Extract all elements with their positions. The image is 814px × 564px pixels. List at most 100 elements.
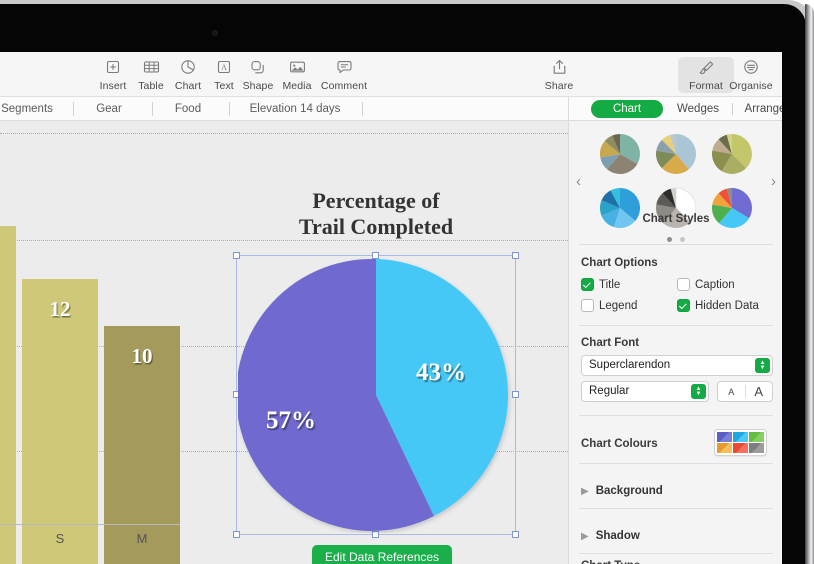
divider — [579, 553, 773, 554]
bar-axis-line — [0, 524, 180, 525]
divider — [579, 508, 773, 509]
divider — [579, 415, 773, 416]
gridline — [0, 133, 568, 134]
checkbox-caption[interactable]: Caption — [677, 278, 735, 291]
sheet-tab-segments[interactable]: Segments — [0, 97, 72, 121]
checkbox-label: Title — [599, 279, 620, 291]
swatch-grey — [749, 443, 764, 453]
sheet-tab-gear[interactable]: Gear — [74, 97, 144, 121]
chart-style-option-1[interactable] — [595, 129, 645, 179]
bar-m[interactable]: 10 — [104, 326, 180, 564]
toolbar-label: Comment — [314, 80, 374, 92]
swatch-cyan — [733, 432, 748, 442]
font-size-buttons[interactable]: A A — [717, 381, 773, 402]
organise-icon — [722, 57, 780, 77]
chevron-right-icon: ▶ — [581, 486, 589, 497]
document-canvas[interactable]: 12 10 S M Percentage of Trail Completed — [0, 121, 568, 564]
comment-icon — [314, 57, 374, 77]
font-size-increase-button[interactable]: A — [746, 384, 773, 399]
checkbox-hidden-data[interactable]: Hidden Data — [677, 299, 759, 312]
tab-wedges[interactable]: Wedges — [667, 100, 729, 118]
pie-chart[interactable]: 57% 43% — [238, 257, 514, 533]
sheet-tab-food[interactable]: Food — [153, 97, 223, 121]
bar-value-label: 10 — [104, 344, 180, 369]
chevron-updown-icon[interactable]: ▲▼ — [691, 384, 706, 399]
app-toolbar: Insert Table Chart A Text — [0, 52, 782, 97]
checkbox-label: Hidden Data — [695, 300, 759, 312]
chevron-right-icon: ▶ — [581, 531, 589, 542]
section-chart-type-clipped[interactable]: Chart Type — [581, 560, 640, 564]
checkbox-label: Caption — [695, 279, 735, 291]
inspector-tab-bar: Chart Wedges Arrange — [569, 97, 782, 121]
format-inspector-panel: Chart Wedges Arrange ‹ › — [568, 97, 782, 564]
checkbox-box[interactable] — [677, 299, 690, 312]
sheet-tab-strip: Segments Gear Food Elevation 14 days — [0, 97, 568, 121]
pie-label-57: 57% — [266, 407, 316, 435]
app-screen: Insert Table Chart A Text — [0, 52, 782, 564]
swatch-green — [749, 432, 764, 442]
laptop-bezel-edge — [805, 4, 814, 564]
font-family-value: Superclarendon — [589, 359, 670, 371]
chart-styles-section: ‹ › — [569, 121, 782, 240]
checkbox-legend[interactable]: Legend — [581, 299, 637, 312]
divider — [579, 244, 773, 245]
chevron-updown-icon[interactable]: ▲▼ — [755, 358, 770, 373]
styles-prev-arrow[interactable]: ‹ — [576, 173, 581, 190]
chart-style-option-6[interactable] — [707, 183, 757, 233]
section-label: Shadow — [596, 530, 640, 542]
checkbox-label: Legend — [599, 300, 637, 312]
divider — [579, 463, 773, 464]
screenshot-root: Insert Table Chart A Text — [0, 0, 814, 564]
swatch-orange — [717, 443, 732, 453]
pie-chart-svg — [238, 257, 514, 533]
chart-styles-caption: Chart Styles — [569, 213, 782, 225]
pie-chart-title-line1: Percentage of — [216, 188, 536, 214]
chart-style-option-2[interactable] — [651, 129, 701, 179]
bar-clipped[interactable] — [0, 226, 16, 564]
toolbar-button-organise[interactable]: Organise — [722, 57, 780, 92]
toolbar-label: Organise — [722, 80, 780, 92]
swatch-purple — [717, 432, 732, 442]
pie-label-43: 43% — [416, 359, 466, 387]
divider — [579, 325, 773, 326]
swatch-red — [733, 443, 748, 453]
section-background[interactable]: ▶ Background — [581, 485, 663, 497]
checkbox-box[interactable] — [677, 278, 690, 291]
bar-axis-label-m: M — [104, 531, 180, 546]
tab-separator — [362, 102, 363, 116]
edit-data-references-button[interactable]: Edit Data References — [312, 545, 452, 564]
chart-style-option-5[interactable] — [651, 183, 701, 233]
chart-font-heading: Chart Font — [581, 337, 639, 349]
svg-text:A: A — [221, 63, 227, 72]
chart-style-option-3[interactable] — [707, 129, 757, 179]
bar-value-label: 12 — [22, 297, 98, 322]
chart-style-option-4[interactable] — [595, 183, 645, 233]
checkbox-box[interactable] — [581, 278, 594, 291]
section-label: Background — [596, 485, 663, 497]
font-size-decrease-button[interactable]: A — [718, 387, 745, 397]
font-style-value: Regular — [589, 385, 629, 397]
webcam-icon — [212, 30, 218, 36]
chart-colours-swatch[interactable] — [714, 429, 767, 456]
chart-colours-label: Chart Colours — [581, 438, 658, 450]
bar-axis-label-s: S — [22, 531, 98, 546]
section-shadow[interactable]: ▶ Shadow — [581, 530, 640, 542]
tab-chart[interactable]: Chart — [591, 100, 663, 118]
toolbar-button-comment[interactable]: Comment — [314, 57, 374, 92]
checkbox-title[interactable]: Title — [581, 278, 620, 291]
font-family-select[interactable]: Superclarendon ▲▼ — [581, 355, 773, 376]
tab-divider — [732, 103, 733, 115]
tab-arrange[interactable]: Arrange — [734, 100, 782, 118]
bar-s[interactable]: 12 — [22, 279, 98, 564]
share-icon — [530, 57, 588, 77]
chart-options-heading: Chart Options — [581, 257, 658, 269]
pager-dot-2[interactable] — [680, 237, 685, 242]
gridline — [0, 240, 568, 241]
styles-next-arrow[interactable]: › — [771, 173, 776, 190]
font-style-select[interactable]: Regular ▲▼ — [581, 381, 709, 402]
pager-dot-1[interactable] — [667, 237, 672, 242]
sheet-tab-elevation[interactable]: Elevation 14 days — [230, 97, 360, 121]
pie-chart-title-line2: Trail Completed — [216, 214, 536, 240]
toolbar-button-share[interactable]: Share — [530, 57, 588, 92]
checkbox-box[interactable] — [581, 299, 594, 312]
